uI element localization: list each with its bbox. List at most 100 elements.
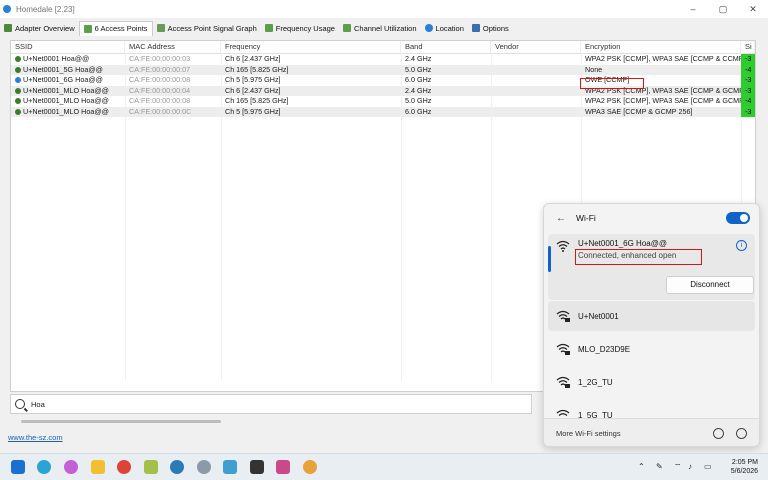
chevron-up-icon[interactable]: ⌃: [638, 462, 645, 471]
column-header-mac[interactable]: MAC Address: [125, 41, 221, 53]
battery-icon[interactable]: ▭: [704, 462, 712, 471]
search-value: Hoa: [31, 399, 45, 409]
mac-cell: CA:FE:00:00:00:03: [129, 54, 191, 63]
tab-options[interactable]: Options: [468, 21, 513, 35]
clock-time: 2:05 PM: [731, 459, 758, 466]
network-item[interactable]: 1_2G_TU: [548, 367, 755, 397]
info-icon[interactable]: i: [736, 240, 747, 251]
terminal-icon[interactable]: [250, 460, 264, 474]
wifi-secured-icon: [556, 343, 570, 355]
signal-cell: -3: [741, 75, 755, 86]
horizontal-scrollbar[interactable]: [21, 420, 221, 423]
close-button[interactable]: ✕: [738, 4, 768, 15]
adapter-icon: [4, 24, 12, 32]
frequency-cell: Ch 165 [5.825 GHz]: [225, 64, 289, 74]
flyout-header: ← Wi-Fi: [544, 204, 759, 232]
column-header-encryption[interactable]: Encryption: [581, 41, 741, 53]
table-row[interactable]: U+Net0001_MLO Hoa@@ CA:FE:00:00:00:08 Ch…: [11, 96, 755, 107]
table-row[interactable]: U+Net0001 Hoa@@ CA:FE:00:00:00:03 Ch 6 […: [11, 54, 755, 65]
pen-icon[interactable]: ✎: [656, 462, 663, 471]
location-icon: [424, 24, 433, 32]
disconnect-button[interactable]: Disconnect: [666, 276, 754, 294]
tab-frequency-usage[interactable]: Frequency Usage: [261, 21, 339, 35]
table-row[interactable]: U+Net0001_MLO Hoa@@ CA:FE:00:00:00:0C Ch…: [11, 106, 755, 118]
ssid-cell: U+Net0001 Hoa@@: [11, 54, 125, 65]
vendor-cell: [491, 86, 581, 97]
vendor-cell: [491, 96, 581, 107]
table-row[interactable]: U+Net0001_5G Hoa@@ CA:FE:00:00:00:07 Ch …: [11, 64, 755, 76]
vendor-cell: [491, 107, 581, 118]
ssid-cell: U+Net0001_6G Hoa@@: [11, 75, 125, 86]
wifi-ap-icon: [15, 56, 21, 63]
app-icon: [3, 5, 11, 13]
tab-signal-graph[interactable]: Access Point Signal Graph: [153, 21, 261, 35]
selection-accent: [548, 246, 551, 272]
network-item[interactable]: MLO_D23D9E: [548, 334, 755, 364]
encryption-cell: None: [585, 64, 603, 74]
wifi-ap-icon: [15, 66, 21, 73]
column-header-signal[interactable]: Si: [741, 41, 755, 53]
tab-adapter-overview[interactable]: Adapter Overview: [0, 21, 79, 35]
back-arrow-icon[interactable]: ←: [556, 213, 566, 224]
ssid-cell: U+Net0001_5G Hoa@@: [11, 65, 125, 76]
remote-desktop-icon[interactable]: [223, 460, 237, 474]
column-header-frequency[interactable]: Frequency: [221, 41, 401, 53]
maximize-button[interactable]: ▢: [708, 4, 738, 15]
column-header-band[interactable]: Band: [401, 41, 491, 53]
signal-cell: -3: [741, 85, 755, 96]
settings-icon[interactable]: [197, 460, 211, 474]
wifi-secured-icon: [556, 376, 570, 388]
refresh-icon[interactable]: [736, 427, 747, 439]
chrome-icon[interactable]: [117, 460, 131, 474]
website-link[interactable]: www.the-sz.com: [8, 433, 63, 442]
tab-location[interactable]: Location: [421, 21, 468, 35]
encryption-cell: WPA2 PSK [CCMP], WPA3 SAE [CCMP & CCMP .…: [585, 54, 741, 63]
network-item[interactable]: U+Net0001: [548, 301, 755, 331]
encryption-cell: WPA3 SAE [CCMP & GCMP 256]: [585, 106, 693, 116]
taskbar: ⌃ ✎ ⌔ ♪ ▭ 2:05 PM 5/6/2026: [0, 453, 768, 480]
minimize-button[interactable]: –: [678, 4, 708, 15]
signal-graph-icon: [156, 24, 165, 32]
slack-icon[interactable]: [303, 460, 317, 474]
wifi-secured-icon: [556, 310, 570, 322]
network-name: U+Net0001: [578, 312, 619, 321]
wifi-ap-icon: [15, 108, 21, 115]
edge-icon[interactable]: [37, 460, 51, 474]
encryption-cell: WPA2 PSK [CCMP], WPA3 SAE [CCMP & GCMP .…: [585, 96, 741, 105]
wifi-ap-icon: [15, 87, 21, 94]
clock-date: 5/6/2026: [730, 468, 758, 475]
tab-channel-utilization[interactable]: Channel Utilization: [339, 21, 421, 35]
volume-icon[interactable]: ♪: [688, 462, 692, 471]
mac-cell: CA:FE:00:00:00:04: [129, 85, 191, 95]
clock[interactable]: 2:05 PM 5/6/2026: [731, 458, 758, 476]
globe-icon[interactable]: [170, 460, 184, 474]
flyout-footer: More Wi-Fi settings: [544, 418, 759, 446]
ssid-cell: U+Net0001_MLO Hoa@@: [11, 96, 125, 107]
window-title: Homedale [2.23]: [16, 4, 75, 14]
options-icon: [471, 24, 480, 32]
band-cell: 6.0 GHz: [405, 106, 432, 116]
frequency-icon: [264, 24, 273, 32]
start-icon[interactable]: [11, 460, 25, 474]
wifi-tray-icon[interactable]: ⌔: [674, 462, 682, 472]
diagnostics-icon[interactable]: [713, 427, 724, 439]
tab-access-points[interactable]: 6 Access Points: [78, 20, 153, 36]
mac-cell: CA:FE:00:00:00:07: [129, 64, 191, 74]
search-input[interactable]: Hoa: [10, 394, 532, 414]
connected-network[interactable]: U+Net0001_6G Hoa@@ Connected, enhanced o…: [548, 234, 755, 300]
more-wifi-settings-link[interactable]: More Wi-Fi settings: [556, 429, 621, 438]
app-icon[interactable]: [144, 460, 158, 474]
copilot-icon[interactable]: [64, 460, 78, 474]
mac-cell: CA:FE:00:00:00:08: [129, 96, 191, 105]
tab-label: Options: [482, 23, 509, 33]
wifi-flyout: ← Wi-Fi U+Net0001_6G Hoa@@ Connected, en…: [543, 203, 760, 447]
wifi-ap-icon: [15, 77, 21, 84]
wifi-toggle[interactable]: [726, 212, 750, 224]
file-explorer-icon[interactable]: [91, 460, 105, 474]
band-cell: 5.0 GHz: [405, 64, 432, 74]
frequency-cell: Ch 165 [5.825 GHz]: [225, 96, 289, 105]
snipping-tool-icon[interactable]: [276, 460, 290, 474]
column-header-ssid[interactable]: SSID: [11, 41, 125, 53]
flyout-title: Wi-Fi: [576, 213, 596, 223]
column-header-vendor[interactable]: Vendor: [491, 41, 581, 53]
